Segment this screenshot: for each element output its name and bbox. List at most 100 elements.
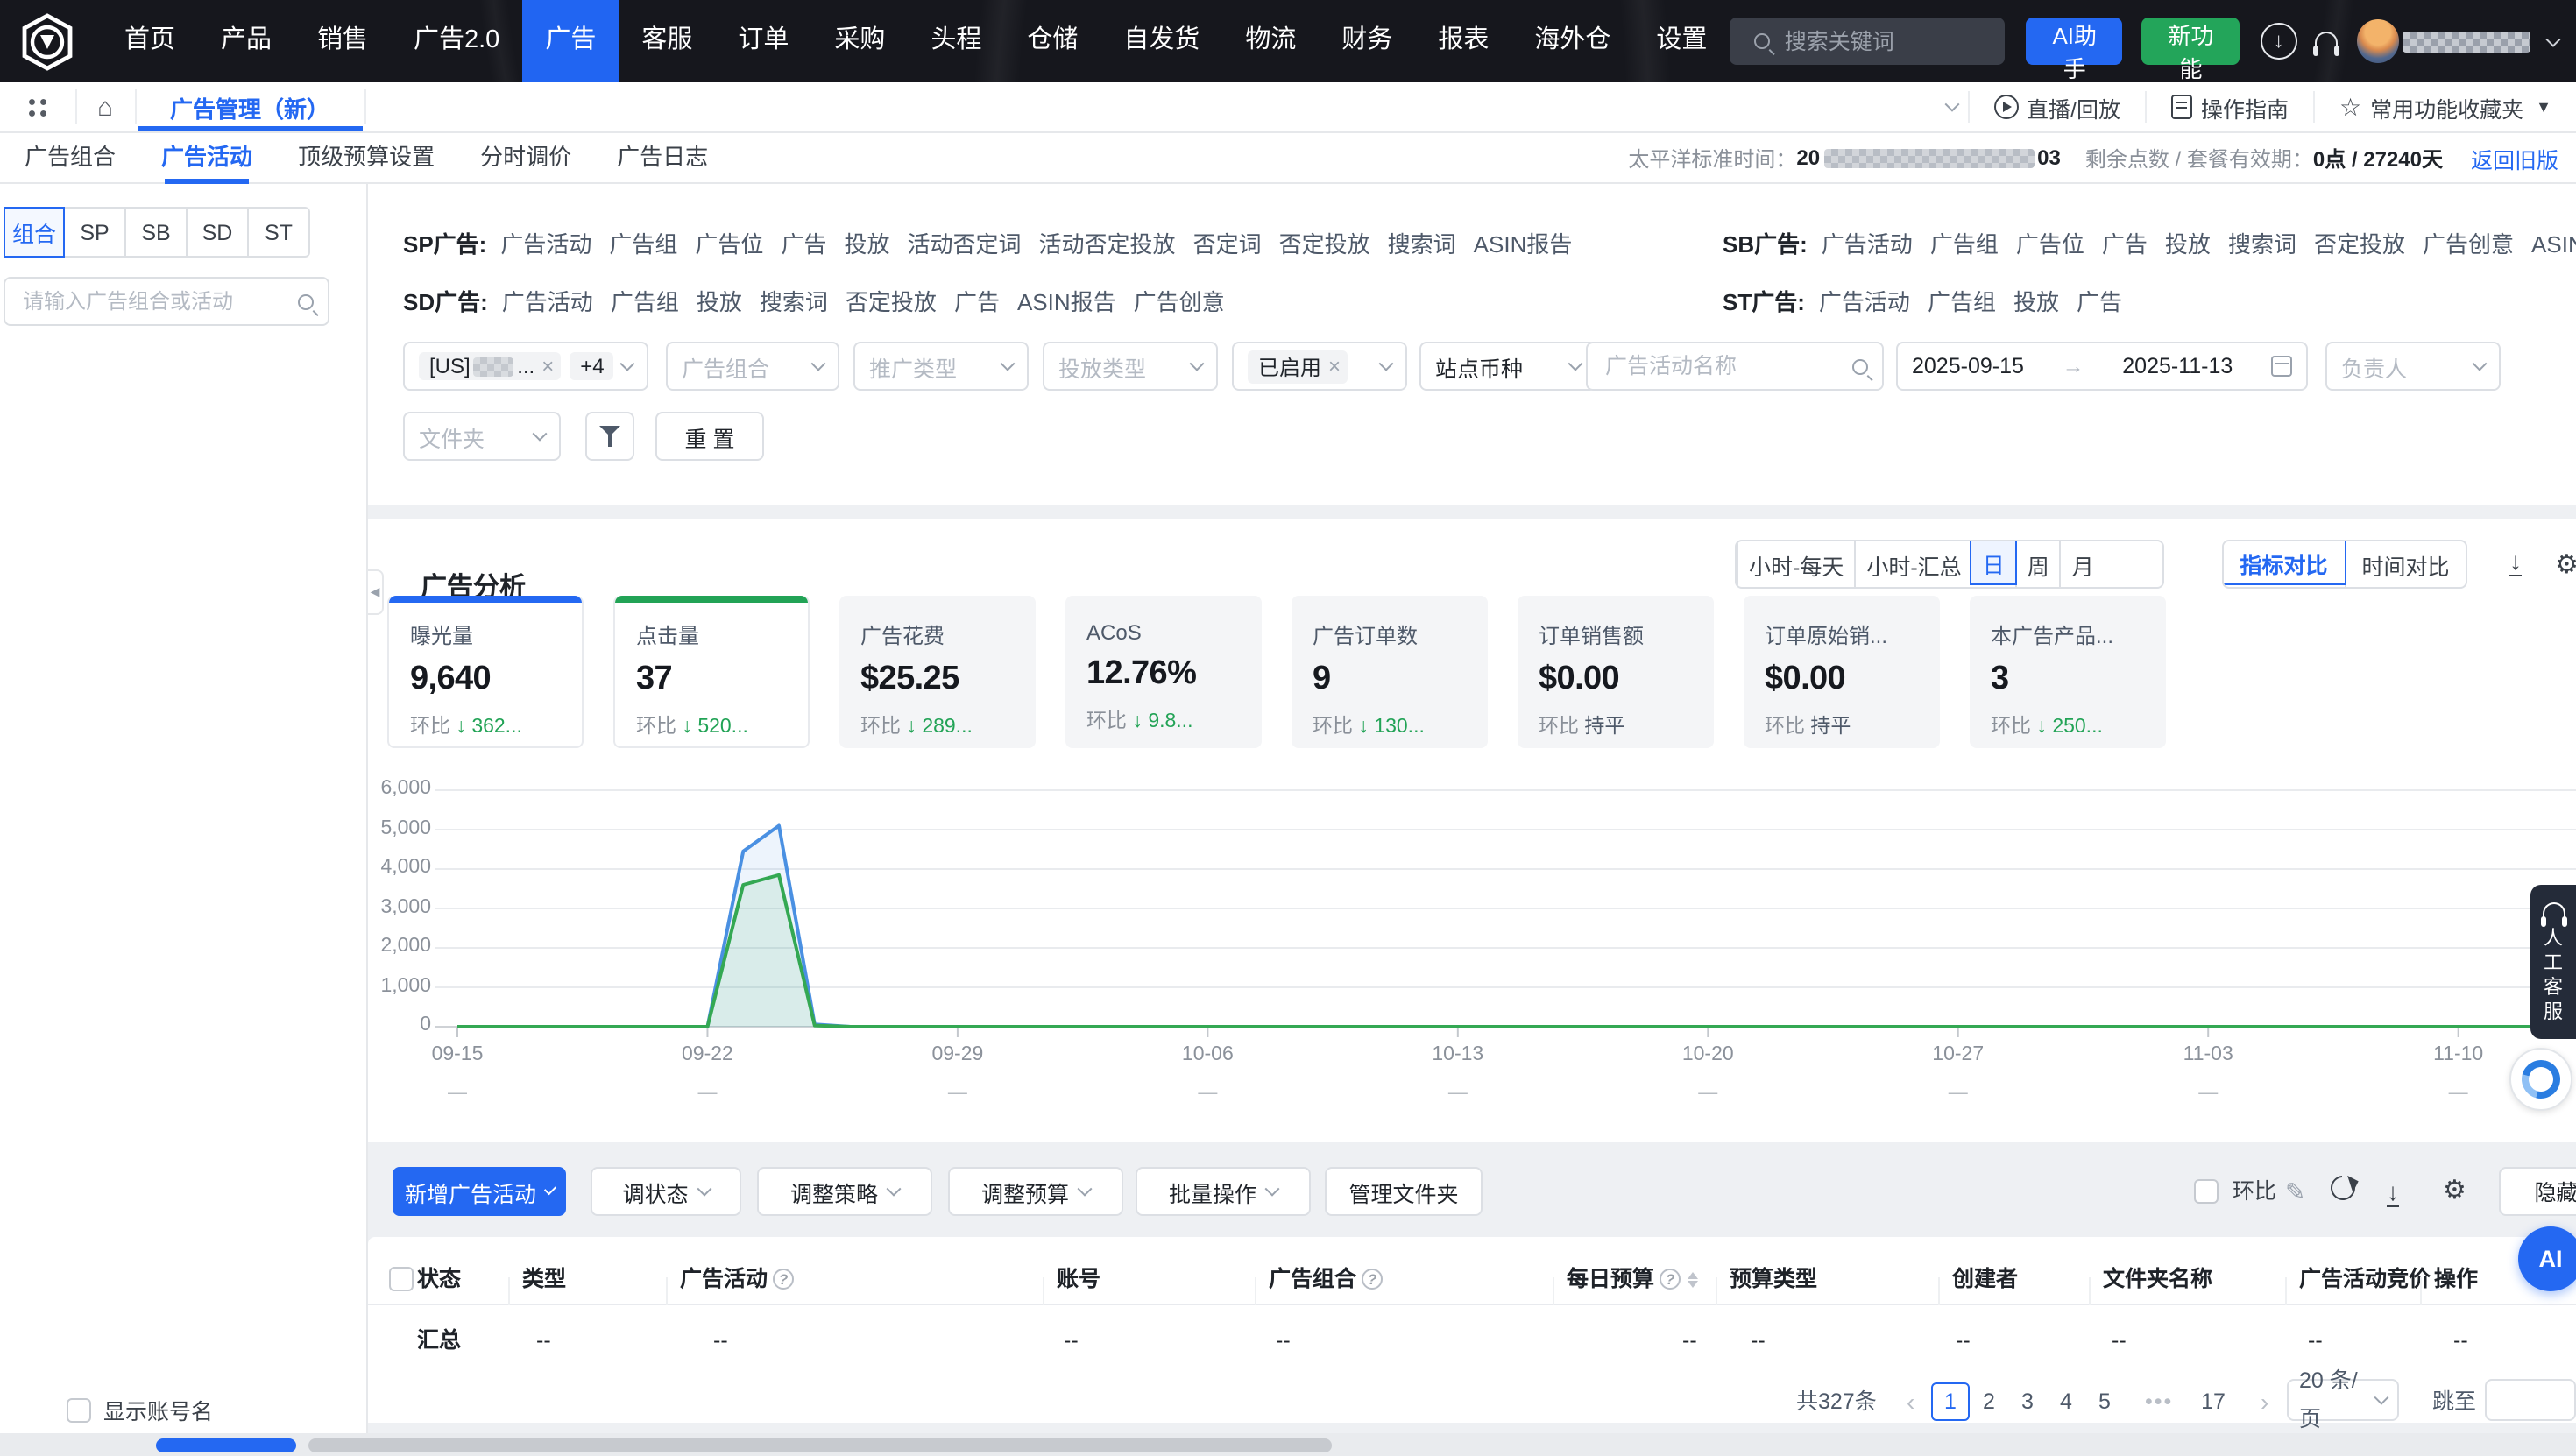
- portfolio-list-item[interactable]: [25, 463, 349, 520]
- toolbar-button[interactable]: 调整策略: [757, 1167, 932, 1216]
- quick-link[interactable]: 广告创意: [2423, 231, 2514, 258]
- page-button[interactable]: 2: [1970, 1382, 2008, 1421]
- scrollbar-thumb[interactable]: [308, 1438, 1332, 1452]
- quick-link[interactable]: ASIN报告: [1017, 289, 1116, 315]
- top-nav-item[interactable]: 头程: [908, 0, 1004, 82]
- top-nav-item[interactable]: 设置: [1633, 0, 1730, 82]
- campaign-name-search[interactable]: [1586, 342, 1884, 391]
- top-nav-item[interactable]: 仓储: [1004, 0, 1100, 82]
- sidebar-type-tab[interactable]: SP: [65, 207, 126, 258]
- quick-link[interactable]: ASIN报告: [2531, 231, 2576, 258]
- site-currency-select[interactable]: 站点币种: [1419, 342, 1596, 391]
- hide-chart-button[interactable]: 隐藏图: [2499, 1167, 2576, 1216]
- portfolio-list-item[interactable]: [25, 633, 349, 690]
- ai-floating-button[interactable]: AI: [2518, 1226, 2576, 1291]
- granularity-option[interactable]: 小时-汇总: [1854, 541, 1971, 587]
- quick-link[interactable]: ASIN报告: [1474, 231, 1573, 258]
- info-icon[interactable]: [773, 1269, 794, 1290]
- top-nav-item[interactable]: 物流: [1222, 0, 1319, 82]
- guide-button[interactable]: 操作指南: [2147, 89, 2313, 124]
- select-all-checkbox[interactable]: [389, 1267, 414, 1291]
- info-icon[interactable]: [1362, 1269, 1383, 1290]
- portfolio-list-item[interactable]: [25, 1029, 349, 1086]
- close-icon[interactable]: ×: [541, 354, 554, 378]
- toolbar-button[interactable]: 批量操作: [1136, 1167, 1311, 1216]
- sidebar-type-tab[interactable]: ST: [249, 207, 310, 258]
- col-type[interactable]: 类型: [522, 1253, 566, 1305]
- jump-page-input[interactable]: [2485, 1379, 2576, 1421]
- tab-ad-management[interactable]: 广告管理（新）: [135, 82, 364, 131]
- info-icon[interactable]: [1660, 1269, 1681, 1290]
- global-search[interactable]: [1730, 18, 2005, 65]
- quick-link[interactable]: 投放: [697, 289, 742, 315]
- show-account-checkbox[interactable]: [67, 1397, 91, 1422]
- last-page-button[interactable]: 17: [2194, 1382, 2233, 1421]
- chart-download-icon[interactable]: ↓: [2509, 548, 2522, 576]
- portfolio-list-item[interactable]: [25, 746, 349, 803]
- col-portfolio[interactable]: 广告组合: [1269, 1253, 1383, 1305]
- download-center-icon[interactable]: ↓: [2261, 23, 2296, 60]
- metric-card[interactable]: 订单销售额 $0.00 环比 持平: [1518, 596, 1714, 748]
- col-status[interactable]: 状态: [417, 1253, 461, 1305]
- quick-link[interactable]: 广告组: [1928, 289, 1996, 315]
- col-actions[interactable]: 操作: [2434, 1253, 2478, 1305]
- sub-nav-item[interactable]: 广告活动: [161, 132, 252, 183]
- refresh-icon[interactable]: [2331, 1174, 2355, 1209]
- top-nav-item[interactable]: 海外仓: [1511, 0, 1633, 82]
- sidebar-search-input[interactable]: [19, 287, 282, 315]
- portfolio-list-item[interactable]: [25, 1256, 349, 1313]
- owner-filter-select[interactable]: 负责人: [2325, 342, 2501, 391]
- quick-link[interactable]: 否定投放: [846, 289, 937, 315]
- brand-logo-icon[interactable]: [18, 11, 77, 71]
- col-account[interactable]: 账号: [1057, 1253, 1100, 1305]
- top-nav-item[interactable]: 首页: [102, 0, 198, 82]
- quick-link[interactable]: 否定投放: [1279, 231, 1370, 258]
- portfolio-list-item[interactable]: [25, 690, 349, 747]
- page-button[interactable]: 3: [2008, 1382, 2047, 1421]
- quick-link[interactable]: 广告组: [611, 289, 679, 315]
- reset-button[interactable]: 重 置: [655, 412, 764, 461]
- toolbar-button[interactable]: 调状态: [591, 1167, 741, 1216]
- portfolio-list-item[interactable]: [25, 1199, 349, 1256]
- top-nav-item[interactable]: 采购: [811, 0, 908, 82]
- top-nav-item[interactable]: 订单: [715, 0, 811, 82]
- toolbar-button[interactable]: 新增广告活动: [393, 1167, 566, 1216]
- granularity-option[interactable]: 日: [1971, 540, 2017, 585]
- advanced-filter-button[interactable]: [585, 412, 634, 461]
- metric-card[interactable]: 广告花费 $25.25 环比 ↓ 289...: [839, 596, 1036, 748]
- page-size-select[interactable]: 20 条/页: [2287, 1379, 2399, 1421]
- quick-link[interactable]: 活动否定投放: [1039, 231, 1176, 258]
- quick-link[interactable]: 广告活动: [500, 231, 591, 258]
- targeting-type-filter-select[interactable]: 投放类型: [1043, 342, 1218, 391]
- sidebar-type-tab[interactable]: SD: [188, 207, 249, 258]
- top-nav-item[interactable]: 产品: [198, 0, 294, 82]
- edit-icon[interactable]: ✎: [2285, 1174, 2305, 1209]
- quick-link[interactable]: 广告活动: [1819, 289, 1910, 315]
- tabs-dropdown-chevron-icon[interactable]: [1944, 97, 1959, 112]
- user-menu-chevron-down-icon[interactable]: [2546, 32, 2561, 46]
- top-nav-item[interactable]: 销售: [294, 0, 391, 82]
- apps-grid-button[interactable]: [0, 82, 75, 131]
- home-button[interactable]: ⌂: [75, 82, 135, 131]
- metric-card[interactable]: 本广告产品... 3 环比 ↓ 250...: [1970, 596, 2166, 748]
- close-icon[interactable]: ×: [1328, 354, 1341, 378]
- top-nav-item[interactable]: 广告2.0: [391, 0, 522, 82]
- sidebar-type-tab[interactable]: SB: [126, 207, 188, 258]
- metric-card[interactable]: ACoS 12.76% 环比 ↓ 9.8...: [1065, 596, 1262, 748]
- col-creator[interactable]: 创建者: [1952, 1253, 2018, 1305]
- sidebar-search[interactable]: [4, 277, 329, 326]
- quick-link[interactable]: 投放: [844, 231, 889, 258]
- next-page-button[interactable]: ›: [2261, 1382, 2268, 1421]
- quick-link[interactable]: 广告位: [695, 231, 763, 258]
- portfolio-list-item[interactable]: [25, 1142, 349, 1199]
- page-button[interactable]: 4: [2047, 1382, 2085, 1421]
- page-button[interactable]: 5: [2085, 1382, 2124, 1421]
- account-filter-select[interactable]: [US]...× +4: [403, 342, 648, 391]
- quick-link[interactable]: 搜索词: [2228, 231, 2296, 258]
- portfolio-list-item[interactable]: [25, 859, 349, 916]
- quick-link[interactable]: 广告活动: [502, 289, 593, 315]
- metric-card[interactable]: 广告订单数 9 环比 ↓ 130...: [1292, 596, 1488, 748]
- portfolio-filter-select[interactable]: 广告组合: [666, 342, 839, 391]
- toolbar-button[interactable]: 管理文件夹: [1325, 1167, 1483, 1216]
- portfolio-list-item[interactable]: [25, 973, 349, 1030]
